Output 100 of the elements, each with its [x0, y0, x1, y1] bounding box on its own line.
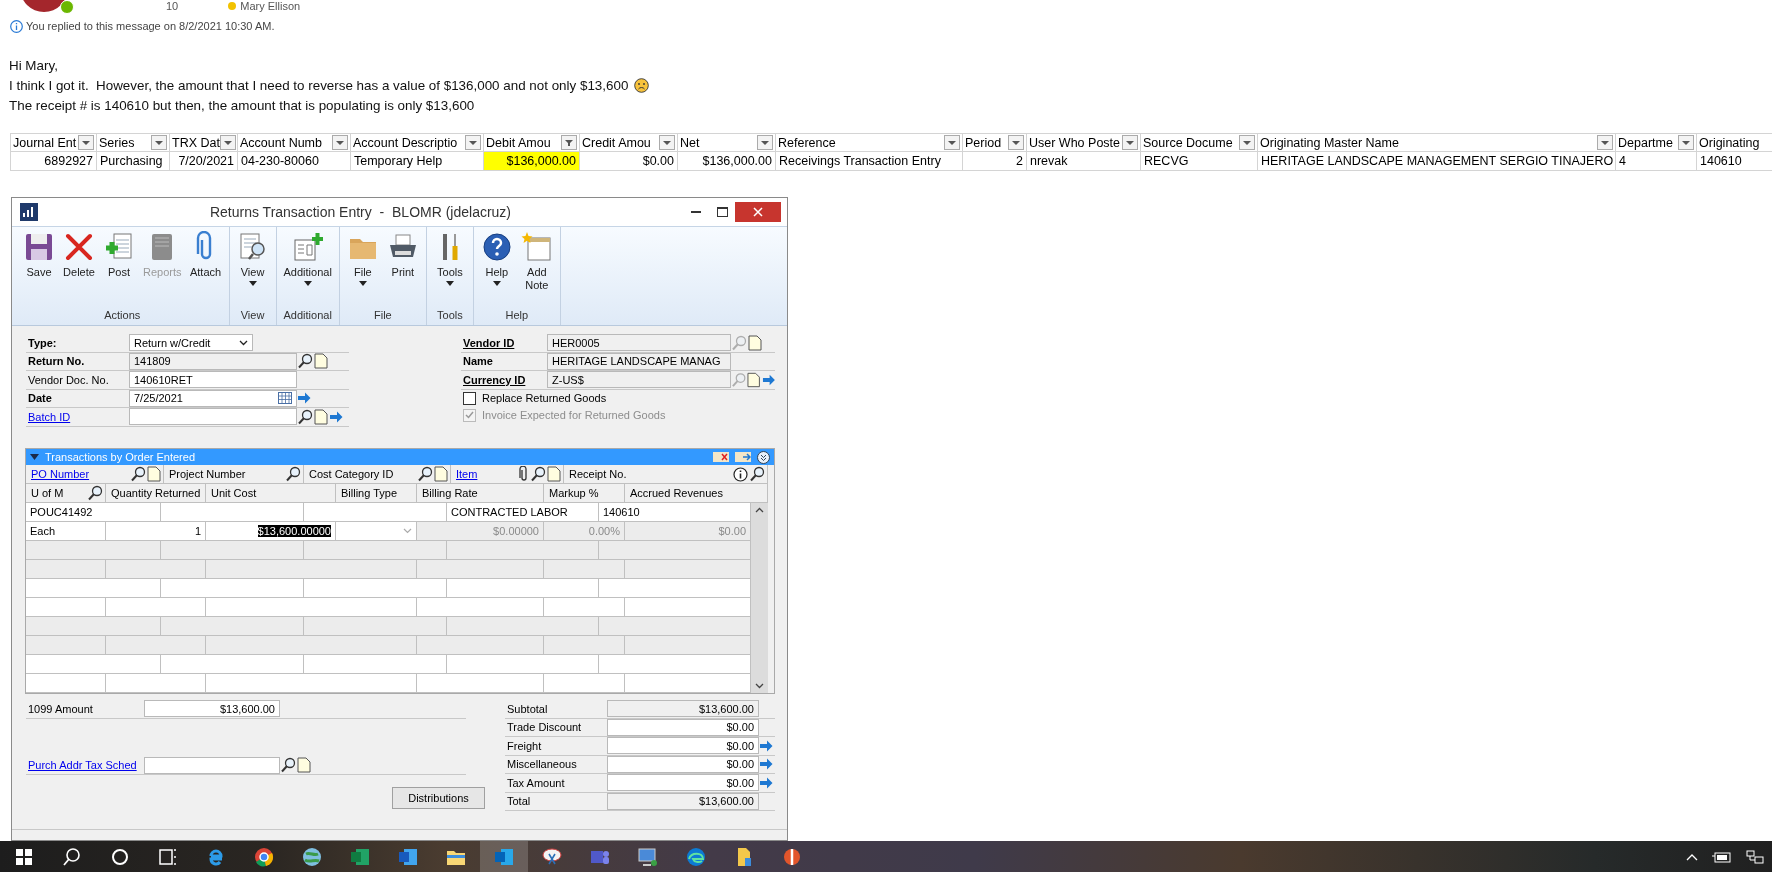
monitor-icon[interactable]: [637, 845, 659, 868]
insert-row-icon[interactable]: [735, 452, 751, 462]
note-icon[interactable]: [147, 466, 161, 482]
note-icon[interactable]: [434, 466, 448, 482]
dropdown-button[interactable]: [1678, 135, 1694, 150]
toolbar-button[interactable]: Additional: [280, 231, 335, 307]
note-star-icon: [520, 231, 553, 263]
lookup-icon[interactable]: [749, 466, 765, 482]
arrow-icon[interactable]: [759, 775, 773, 790]
dropdown-button[interactable]: [332, 135, 348, 150]
column-header: Billing Rate: [417, 484, 544, 503]
note-icon[interactable]: [748, 334, 762, 351]
scroll-down-icon[interactable]: [755, 683, 764, 689]
delete-row-icon[interactable]: [713, 452, 729, 462]
chrome-browser-icon[interactable]: [253, 845, 275, 868]
field-label: Date: [27, 392, 53, 405]
amount-field[interactable]: $0.00: [607, 774, 759, 792]
calendar-icon[interactable]: [278, 392, 292, 405]
chevron-up-icon[interactable]: [1686, 852, 1698, 861]
toolbar-button[interactable]: Help: [477, 231, 516, 307]
lookup-icon[interactable]: [285, 466, 301, 482]
dropdown-button[interactable]: [1008, 135, 1024, 150]
expand-icon[interactable]: [757, 450, 770, 464]
dropdown-button[interactable]: [219, 135, 236, 150]
column-header[interactable]: Item: [451, 465, 564, 484]
input-field[interactable]: HER0005: [547, 334, 731, 352]
arrow-icon[interactable]: [759, 757, 773, 772]
paperclip-icon[interactable]: [519, 466, 529, 482]
lookup-icon[interactable]: [417, 466, 433, 482]
arrow-icon[interactable]: [297, 391, 311, 406]
link[interactable]: Batch ID: [26, 410, 129, 423]
lookup-icon[interactable]: [530, 466, 546, 482]
input-field[interactable]: [144, 756, 280, 774]
wave-browser-icon[interactable]: [685, 845, 707, 868]
scrollbar[interactable]: [751, 503, 768, 693]
dropdown-button[interactable]: [78, 135, 94, 150]
status-dot-icon: [228, 2, 237, 10]
dropdown-button[interactable]: [757, 135, 773, 150]
search-icon[interactable]: [61, 845, 83, 868]
note-icon[interactable]: [314, 353, 328, 370]
link[interactable]: Purch Addr Tax Sched: [26, 759, 144, 772]
filter-button[interactable]: [561, 135, 577, 150]
table-cell: Receivings Transaction Entry: [776, 152, 963, 171]
info-icon[interactable]: [733, 466, 748, 482]
link[interactable]: Vendor ID: [461, 336, 547, 349]
toolbar-button[interactable]: Delete: [60, 231, 98, 307]
message-text: The receipt # is 140610 but then, the amount that is populating is only $13,600: [9, 97, 475, 113]
toolbar-button[interactable]: Attach: [186, 231, 225, 307]
note-icon[interactable]: [297, 757, 311, 774]
column-header: TRX Dat: [170, 133, 238, 152]
lookup-icon[interactable]: [87, 485, 103, 501]
field-label: Freight: [506, 739, 543, 752]
dropdown-button[interactable]: [659, 135, 675, 150]
table-cell: nrevak: [1027, 152, 1141, 171]
lookup-icon[interactable]: [280, 757, 296, 774]
dropdown-field[interactable]: Return w/Credit: [129, 334, 253, 352]
amount-field[interactable]: $13,600.00: [607, 700, 759, 718]
input-field[interactable]: [129, 408, 297, 426]
collapse-caret-icon[interactable]: [30, 454, 39, 460]
lookup-icon[interactable]: [297, 408, 313, 425]
arrow-icon[interactable]: [329, 409, 343, 424]
input-field[interactable]: Z-US$: [547, 371, 731, 389]
column-header: Cost Category ID: [304, 465, 451, 484]
checkbox-label: Replace Returned Goods: [482, 392, 607, 404]
toolbar-button[interactable]: Post: [100, 231, 138, 307]
toolbar-button[interactable]: View: [233, 231, 272, 307]
column-header: U of M: [26, 484, 106, 503]
amount-field[interactable]: $0.00: [607, 737, 759, 755]
toolbar-group-label: Actions: [103, 308, 142, 323]
toolbar-button[interactable]: Save: [20, 231, 58, 307]
link[interactable]: Currency ID: [461, 373, 547, 386]
checkbox[interactable]: [463, 391, 476, 405]
toolbar-button[interactable]: Print: [383, 231, 422, 307]
globe-icon[interactable]: [301, 845, 323, 868]
scroll-up-icon[interactable]: [755, 507, 764, 513]
caret-icon: [663, 139, 671, 146]
lookup-icon[interactable]: [297, 353, 313, 370]
note-icon[interactable]: [547, 466, 561, 482]
info-icon: [10, 19, 23, 33]
dropdown-button[interactable]: [465, 135, 481, 150]
toolbar-button[interactable]: Add Note: [517, 231, 556, 307]
toolbar-button[interactable]: File: [343, 231, 382, 307]
toolbar-button[interactable]: Tools: [430, 231, 469, 307]
dropdown-button[interactable]: [1239, 135, 1255, 150]
dropdown-button[interactable]: [1597, 135, 1613, 150]
dropdown-button[interactable]: [151, 135, 167, 150]
input-field[interactable]: $13,600.00: [144, 700, 280, 718]
note-icon[interactable]: [314, 408, 328, 425]
dropdown-field[interactable]: [336, 522, 417, 541]
input-field[interactable]: 140610RET: [129, 371, 297, 389]
network-icon[interactable]: [1746, 849, 1764, 864]
lookup-icon[interactable]: [130, 466, 146, 482]
battery-icon[interactable]: [1712, 850, 1732, 863]
dropdown-button[interactable]: [944, 135, 960, 150]
caret-icon: [336, 139, 344, 146]
distributions-button[interactable]: Distributions: [392, 787, 485, 809]
note-icon[interactable]: [747, 371, 761, 388]
column-header[interactable]: PO Number: [26, 465, 164, 484]
arrow-icon[interactable]: [759, 738, 773, 753]
dropdown-button[interactable]: [1122, 135, 1138, 150]
